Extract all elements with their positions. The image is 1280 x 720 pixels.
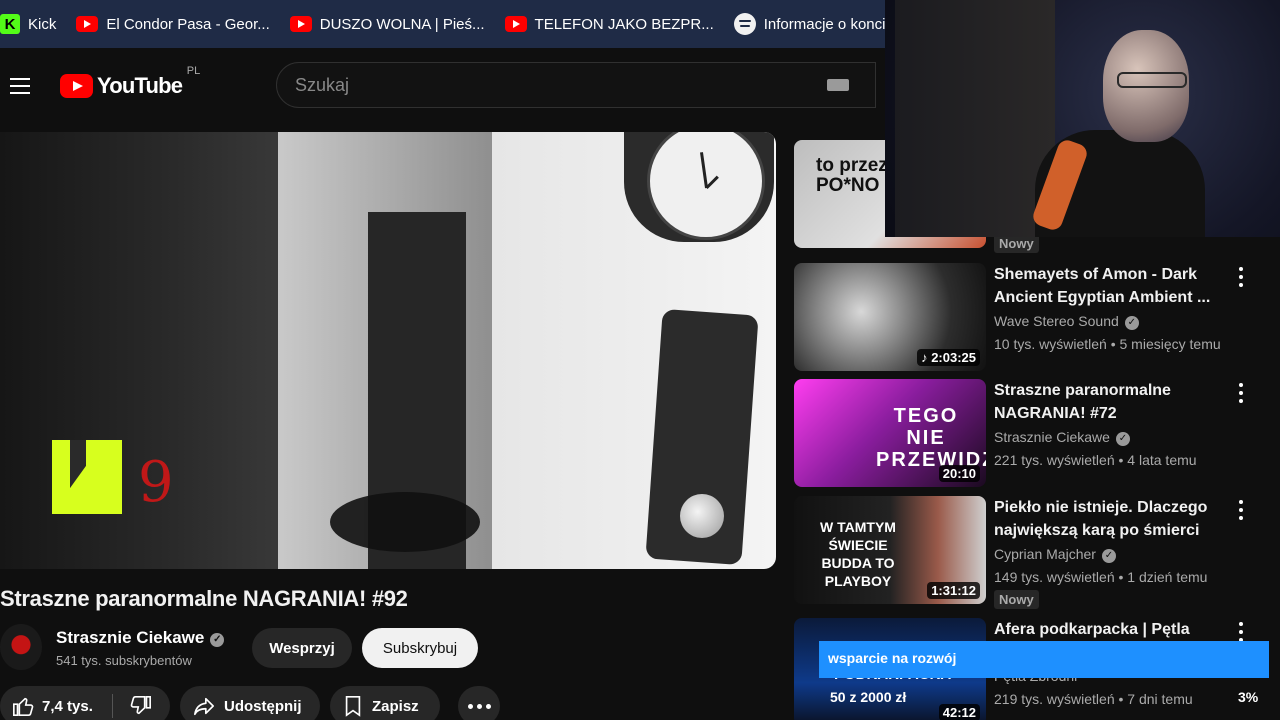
thumbs-up-icon [13, 697, 34, 716]
rec-meta: 149 tys. wyświetleń • 1 dzień temu [994, 569, 1208, 585]
keyboard-icon[interactable] [827, 79, 849, 91]
video-title: Straszne paranormalne NAGRANIA! #92 [0, 586, 408, 611]
verified-icon: ✓ [1115, 432, 1130, 446]
verified-icon: ✓ [1124, 316, 1139, 330]
youtube-icon [289, 16, 312, 32]
thumbnail-text: TEGO NIE PRZEWIDZIELI [876, 405, 986, 471]
donation-percent: 3% [1238, 689, 1259, 705]
youtube-header: YouTube PL [0, 48, 885, 124]
bookmark-label: El Condor Pasa - Geor... [106, 15, 270, 33]
more-vert-icon[interactable] [1238, 622, 1244, 642]
action-bar: 7,4 tys. Udostępnij Zapisz [0, 686, 780, 720]
youtube-icon [76, 16, 99, 32]
rec-channel[interactable]: Cyprian Majcher ✓ [994, 546, 1116, 563]
new-badge: Nowy [994, 590, 1039, 609]
support-button[interactable]: Wesprzyj [252, 628, 352, 668]
like-dislike-group: 7,4 tys. [0, 686, 170, 720]
more-vert-icon[interactable] [1238, 500, 1244, 520]
recommended-video[interactable]: TEGO NIE PRZEWIDZIELI 20:10 Straszne par… [794, 379, 1264, 489]
thumbnail-text: W TAMTYM ŚWIECIE BUDDA TO PLAYBOY [820, 519, 896, 589]
save-label: Zapisz [372, 697, 419, 715]
spotify-icon [733, 13, 756, 35]
video-thumbnail[interactable]: ♪ 2:03:25 [794, 263, 986, 371]
bookmark-label: TELEFON JAKO BEZPR... [534, 15, 714, 33]
rec-title[interactable]: Piekło nie istnieje. Dlaczego największą… [994, 496, 1234, 542]
verified-icon: ✓ [1101, 549, 1116, 563]
bookmark-label: Informacje o koncie - [763, 15, 903, 33]
duration-badge: 42:12 [938, 704, 980, 720]
dislike-button[interactable] [113, 695, 169, 717]
rec-channel[interactable]: Wave Stereo Sound ✓ [994, 313, 1139, 330]
recommended-video[interactable]: W TAMTYM ŚWIECIE BUDDA TO PLAYBOY 1:31:1… [794, 496, 1264, 609]
channel-name-text: Strasznie Ciekawe [56, 628, 205, 647]
donation-goal-text: wsparcie na rozwój [828, 650, 957, 666]
rec-meta: 10 tys. wyświetleń • 5 miesięcy temu [994, 336, 1221, 352]
logo-text: YouTube [97, 73, 183, 98]
save-button[interactable]: Zapisz [330, 686, 440, 720]
bookmark-el-condor-pasa[interactable]: El Condor Pasa - Geor... [76, 15, 270, 33]
rec-meta: 219 tys. wyświetleń • 7 dni temu [994, 691, 1193, 707]
donation-amount: 50 z 2000 zł [830, 689, 907, 705]
youtube-icon [504, 16, 527, 32]
recommended-video[interactable]: ♪ 2:03:25 Shemayets of Amon - Dark Ancie… [794, 263, 1264, 373]
music-note-icon: ♪ [921, 350, 932, 365]
rec-meta: 221 tys. wyświetleń • 4 lata temu [994, 452, 1197, 468]
avatar[interactable] [0, 624, 42, 670]
bookmark-label: Kick [28, 15, 57, 33]
duration-badge: 1:31:12 [927, 582, 980, 599]
more-vert-icon[interactable] [1238, 383, 1244, 403]
webcam-overlay [885, 0, 1280, 237]
bookmark-icon [345, 696, 361, 717]
video-thumbnail[interactable]: TEGO NIE PRZEWIDZIELI 20:10 [794, 379, 986, 487]
watermark-number: 9 [138, 450, 174, 515]
video-player[interactable]: 9 [0, 132, 776, 569]
duration-badge: ♪ 2:03:25 [917, 349, 980, 366]
duration-text: 2:03:25 [931, 350, 976, 365]
bookmark-spotify-account[interactable]: Informacje o koncie - [733, 13, 903, 35]
duration-badge: 20:10 [938, 465, 980, 482]
bookmark-telefon[interactable]: TELEFON JAKO BEZPR... [504, 15, 714, 33]
channel-row: Strasznie Ciekawe ✓ 541 tys. subskrybentó… [0, 624, 780, 672]
country-code: PL [186, 65, 201, 77]
more-icon [467, 703, 491, 709]
rec-channel-name: Wave Stereo Sound [994, 313, 1119, 329]
bookmark-label: DUSZO WOLNA | Pieś... [319, 15, 485, 33]
rec-channel-name: Strasznie Ciekawe [994, 429, 1110, 445]
menu-icon[interactable] [10, 78, 30, 94]
share-label: Udostępnij [224, 697, 302, 715]
search-input[interactable] [295, 74, 795, 96]
subscribe-button[interactable]: Subskrybuj [362, 628, 478, 668]
channel-watermark-logo [52, 440, 122, 514]
verified-icon: ✓ [210, 633, 225, 647]
channel-name[interactable]: Strasznie Ciekawe ✓ [56, 628, 225, 648]
youtube-play-icon [60, 74, 93, 98]
more-actions-button[interactable] [458, 686, 500, 720]
subscriber-count: 541 tys. subskrybentów [56, 653, 192, 668]
bookmark-kick[interactable]: K Kick [0, 14, 56, 34]
rec-channel-name: Cyprian Majcher [994, 546, 1096, 562]
rec-title[interactable]: Straszne paranormalne NAGRANIA! #72 [994, 379, 1234, 425]
search-box [276, 62, 876, 108]
rec-title[interactable]: Shemayets of Amon - Dark Ancient Egyptia… [994, 263, 1234, 309]
bookmark-duszo-wolna[interactable]: DUSZO WOLNA | Pieś... [289, 15, 485, 33]
rec-channel[interactable]: Strasznie Ciekawe ✓ [994, 429, 1130, 446]
share-icon [194, 697, 214, 716]
more-vert-icon[interactable] [1238, 267, 1244, 287]
video-thumbnail[interactable]: W TAMTYM ŚWIECIE BUDDA TO PLAYBOY 1:31:1… [794, 496, 986, 604]
like-button[interactable]: 7,4 tys. [0, 695, 112, 717]
like-count: 7,4 tys. [42, 697, 93, 715]
youtube-logo[interactable]: YouTube PL [60, 65, 200, 99]
thumbs-down-icon [130, 696, 151, 715]
share-button[interactable]: Udostępnij [180, 686, 320, 720]
kick-icon: K [0, 14, 20, 34]
